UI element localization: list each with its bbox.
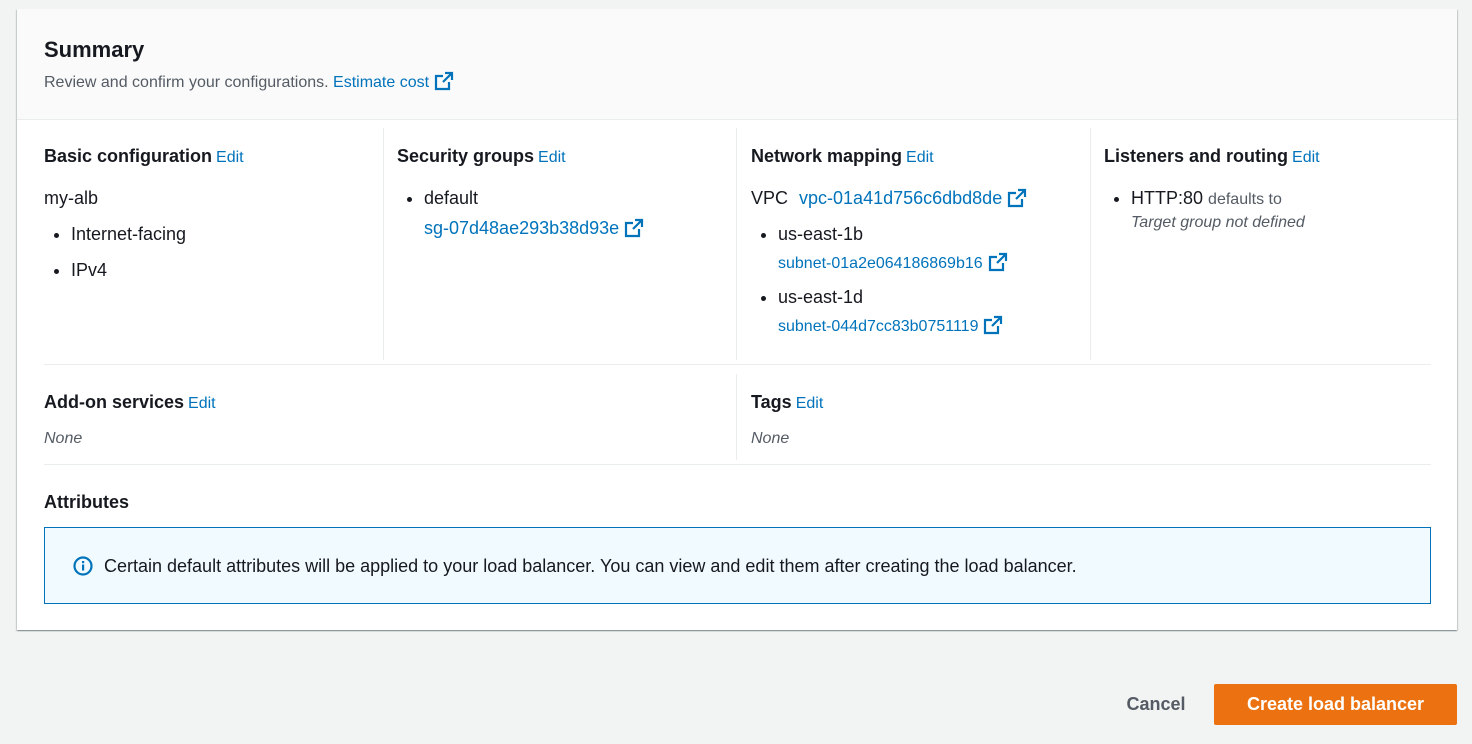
cancel-button[interactable]: Cancel [1108, 684, 1204, 724]
subnet-id: subnet-01a2e064186869b16 [778, 255, 983, 272]
estimate-cost-label: Estimate cost [333, 74, 430, 91]
basic-configuration-edit-link[interactable]: Edit [216, 149, 244, 166]
network-mapping-heading: Network mapping Edit [751, 144, 1091, 170]
addon-services-section: Add-on services Edit None [44, 390, 724, 450]
subnet-list: us-east-1b subnet-01a2e064186869b16 us-e… [751, 222, 1091, 338]
vpc-id: vpc-01a41d756c6dbd8de [799, 188, 1003, 208]
attributes-info-text: Certain default attributes will be appli… [104, 556, 1077, 576]
subnet-link[interactable]: subnet-01a2e064186869b16 [778, 252, 1008, 272]
basic-configuration-list: Internet-facing IPv4 [44, 222, 374, 282]
security-groups-section: Security groupsEdit default sg-07d48ae29… [397, 144, 727, 240]
listener-target-group: Target group not defined [1131, 214, 1305, 231]
subnet-item: us-east-1d subnet-044d7cc83b0751119 [778, 285, 1091, 338]
attributes-title: Attributes [44, 492, 129, 512]
subnet-row: subnet-044d7cc83b0751119 [778, 315, 1091, 338]
summary-header: Summary Review and confirm your configur… [17, 9, 1457, 120]
external-link-icon [434, 71, 454, 91]
external-link-icon [983, 315, 1003, 335]
column-divider [1090, 128, 1091, 360]
summary-panel: Summary Review and confirm your configur… [17, 9, 1457, 630]
network-mapping-title: Network mapping [751, 146, 903, 166]
attributes-info-alert: Certain default attributes will be appli… [44, 527, 1431, 604]
listeners-list: HTTP:80 defaults to Target group not def… [1104, 186, 1444, 234]
create-load-balancer-button[interactable]: Create load balancer [1214, 684, 1457, 725]
security-groups-list: default sg-07d48ae293b38d93e [397, 186, 727, 240]
scheme-item: Internet-facing [71, 222, 374, 246]
column-divider [383, 128, 384, 360]
summary-title: Summary [44, 37, 145, 62]
column-divider [736, 128, 737, 360]
tags-title: Tags [751, 392, 792, 412]
external-link-icon [1007, 188, 1027, 208]
listener-defaults-to: defaults to [1208, 191, 1282, 208]
network-mapping-section: Network mapping Edit VPC vpc-01a41d756c6d… [751, 144, 1091, 338]
listeners-routing-section: Listeners and routingEdit HTTP:80 defaul… [1104, 144, 1444, 234]
security-group-name: default [424, 188, 479, 208]
availability-zone: us-east-1b [778, 224, 864, 244]
security-group-id: sg-07d48ae293b38d93e [424, 218, 620, 238]
row-divider [44, 464, 1431, 465]
addon-services-title: Add-on services [44, 392, 185, 412]
subnet-item: us-east-1b subnet-01a2e064186869b16 [778, 222, 1091, 275]
security-groups-heading: Security groups Edit [397, 144, 727, 170]
security-groups-title: Security groups [397, 146, 535, 166]
estimate-cost-link[interactable]: Estimate cost [333, 71, 454, 91]
column-divider [736, 374, 737, 460]
addon-services-heading: Add-on services Edit [44, 390, 724, 416]
basic-configuration-title: Basic configuration [44, 146, 213, 166]
summary-description-text: Review and confirm your configurations. [44, 74, 329, 91]
security-group-item: default sg-07d48ae293b38d93e [424, 186, 727, 240]
security-group-id-link[interactable]: sg-07d48ae293b38d93e [424, 218, 644, 238]
tags-edit-link[interactable]: Edit [796, 395, 824, 412]
tags-value: None [751, 430, 790, 447]
attributes-section: Attributes [44, 490, 444, 514]
subnet-id: subnet-044d7cc83b0751119 [778, 318, 979, 335]
listeners-routing-heading: Listeners and routing Edit [1104, 144, 1444, 170]
listeners-routing-title: Listeners and routing [1104, 146, 1289, 166]
network-mapping-edit-link[interactable]: Edit [906, 149, 934, 166]
tags-section: Tags Edit None [751, 390, 1431, 450]
vpc-row: VPC vpc-01a41d756c6dbd8de [751, 186, 1091, 210]
info-icon [73, 556, 93, 576]
availability-zone: us-east-1d [778, 287, 864, 307]
basic-configuration-heading: Basic configuration Edit [44, 144, 374, 170]
row-divider [44, 364, 1431, 365]
subnet-row: subnet-01a2e064186869b16 [778, 252, 1091, 275]
load-balancer-name: my-alb [44, 188, 99, 208]
external-link-icon [624, 218, 644, 238]
listener-item: HTTP:80 defaults to Target group not def… [1131, 186, 1444, 234]
vpc-id-link[interactable]: vpc-01a41d756c6dbd8de [799, 188, 1027, 208]
vpc-label: VPC [751, 188, 789, 208]
listener-protocol-port: HTTP:80 [1131, 188, 1204, 208]
tags-heading: Tags Edit [751, 390, 1431, 416]
addon-services-edit-link[interactable]: Edit [188, 395, 216, 412]
basic-configuration-section: Basic configurationEdit my-alb Internet-… [44, 144, 374, 282]
security-groups-edit-link[interactable]: Edit [538, 149, 566, 166]
security-group-id-row: sg-07d48ae293b38d93e [424, 216, 727, 240]
addon-services-value: None [44, 430, 83, 447]
subnet-link[interactable]: subnet-044d7cc83b0751119 [778, 315, 1003, 335]
ip-type-item: IPv4 [71, 258, 374, 282]
summary-description: Review and confirm your configurations. … [44, 71, 454, 93]
external-link-icon [988, 252, 1008, 272]
listeners-routing-edit-link[interactable]: Edit [1292, 149, 1320, 166]
